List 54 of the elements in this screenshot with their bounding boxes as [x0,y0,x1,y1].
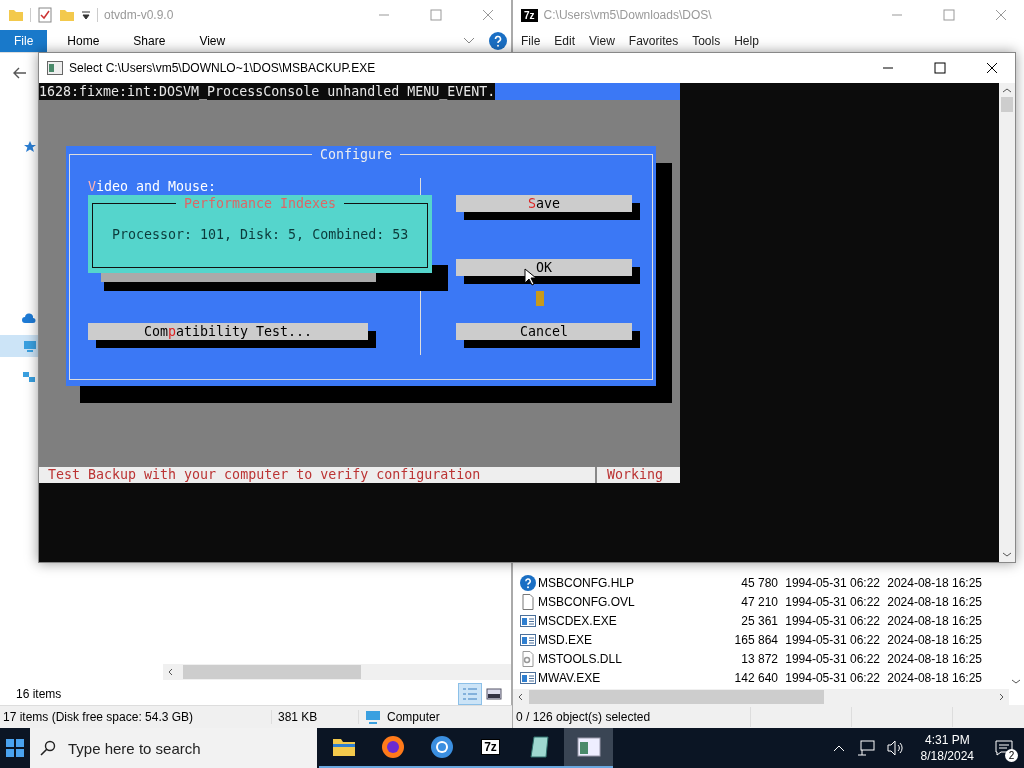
status-text: 17 items (Disk free space: 54.3 GB) [3,710,272,724]
created-date: 2024-08-18 16:25 [886,651,982,666]
file-size: 25 361 [740,613,778,628]
created-date: 2024-08-18 16:25 [886,594,982,609]
created-date: 2024-08-18 16:25 [886,670,982,685]
file-size: 165 864 [733,632,778,647]
modified-date: 1994-05-31 06:22 [784,670,880,685]
status-size: 381 KB [278,710,359,724]
menu-item[interactable]: View [589,34,615,48]
menu-item[interactable]: Tools [692,34,721,48]
taskbar-app[interactable]: 7z [466,728,515,768]
modified-date: 1994-05-31 06:22 [784,632,880,647]
ribbon-tab[interactable]: File [0,30,48,52]
modified-date: 1994-05-31 06:22 [784,651,880,666]
window-title: otvdm-v0.9.0 [104,8,174,22]
created-date: 2024-08-18 16:25 [886,575,982,590]
status-location: Computer [387,710,440,724]
ribbon-tab[interactable]: Share [119,30,180,52]
modified-date: 1994-05-31 06:22 [784,575,880,590]
file-name[interactable]: MSCDEX.EXE [538,613,666,628]
item-count: 16 items [16,686,62,701]
modified-date: 1994-05-31 06:22 [784,613,880,628]
notification-badge: 2 [1005,749,1018,762]
menu-item[interactable]: Edit [554,34,576,48]
file-size: 47 210 [740,594,778,609]
ribbon-tab[interactable]: View [185,30,240,52]
section-label: Video and Mouse: [88,178,217,195]
notification-button[interactable]: 2 [984,728,1024,768]
app-logo: 7z [521,8,538,22]
window-title: Select C:\Users\vm5\DOWNLO~1\DOS\MSBACKUP.EXE [69,61,376,75]
menu-item[interactable]: Favorites [628,34,679,48]
status-message: Test Backup with your computer to verify configuration [39,467,597,483]
file-size: 13 872 [740,651,778,666]
file-name[interactable]: MWAV.EXE [538,670,666,685]
created-date: 2024-08-18 16:25 [886,632,982,647]
search-field[interactable]: Type here to search [30,728,317,768]
file-size: 142 640 [733,670,778,685]
file-name[interactable]: MSBCONFG.OVL [538,594,666,609]
file-name[interactable]: MSD.EXE [538,632,666,647]
menu-item[interactable]: File [521,34,541,48]
status-state: Working [606,467,664,483]
file-name[interactable]: MSBCONFG.HLP [538,575,666,590]
file-size: 45 780 [740,575,778,590]
menu-item[interactable]: Help [734,34,759,48]
status-text: 0 / 126 object(s) selected [516,709,651,724]
file-name[interactable]: MSTOOLS.DLL [538,651,666,666]
clock-date[interactable]: 8/18/2024 [920,748,974,764]
dialog-title: Configure [312,146,401,163]
ribbon-tab[interactable]: Home [53,30,114,52]
performance-text: Processor: 101, Disk: 5, Combined: 53 [112,226,409,243]
modified-date: 1994-05-31 06:22 [784,594,880,609]
created-date: 2024-08-18 16:25 [886,613,982,628]
window-title: C:\Users\vm5\Downloads\DOS\ [543,8,712,22]
clock-time[interactable]: 4:31 PM [924,732,970,748]
